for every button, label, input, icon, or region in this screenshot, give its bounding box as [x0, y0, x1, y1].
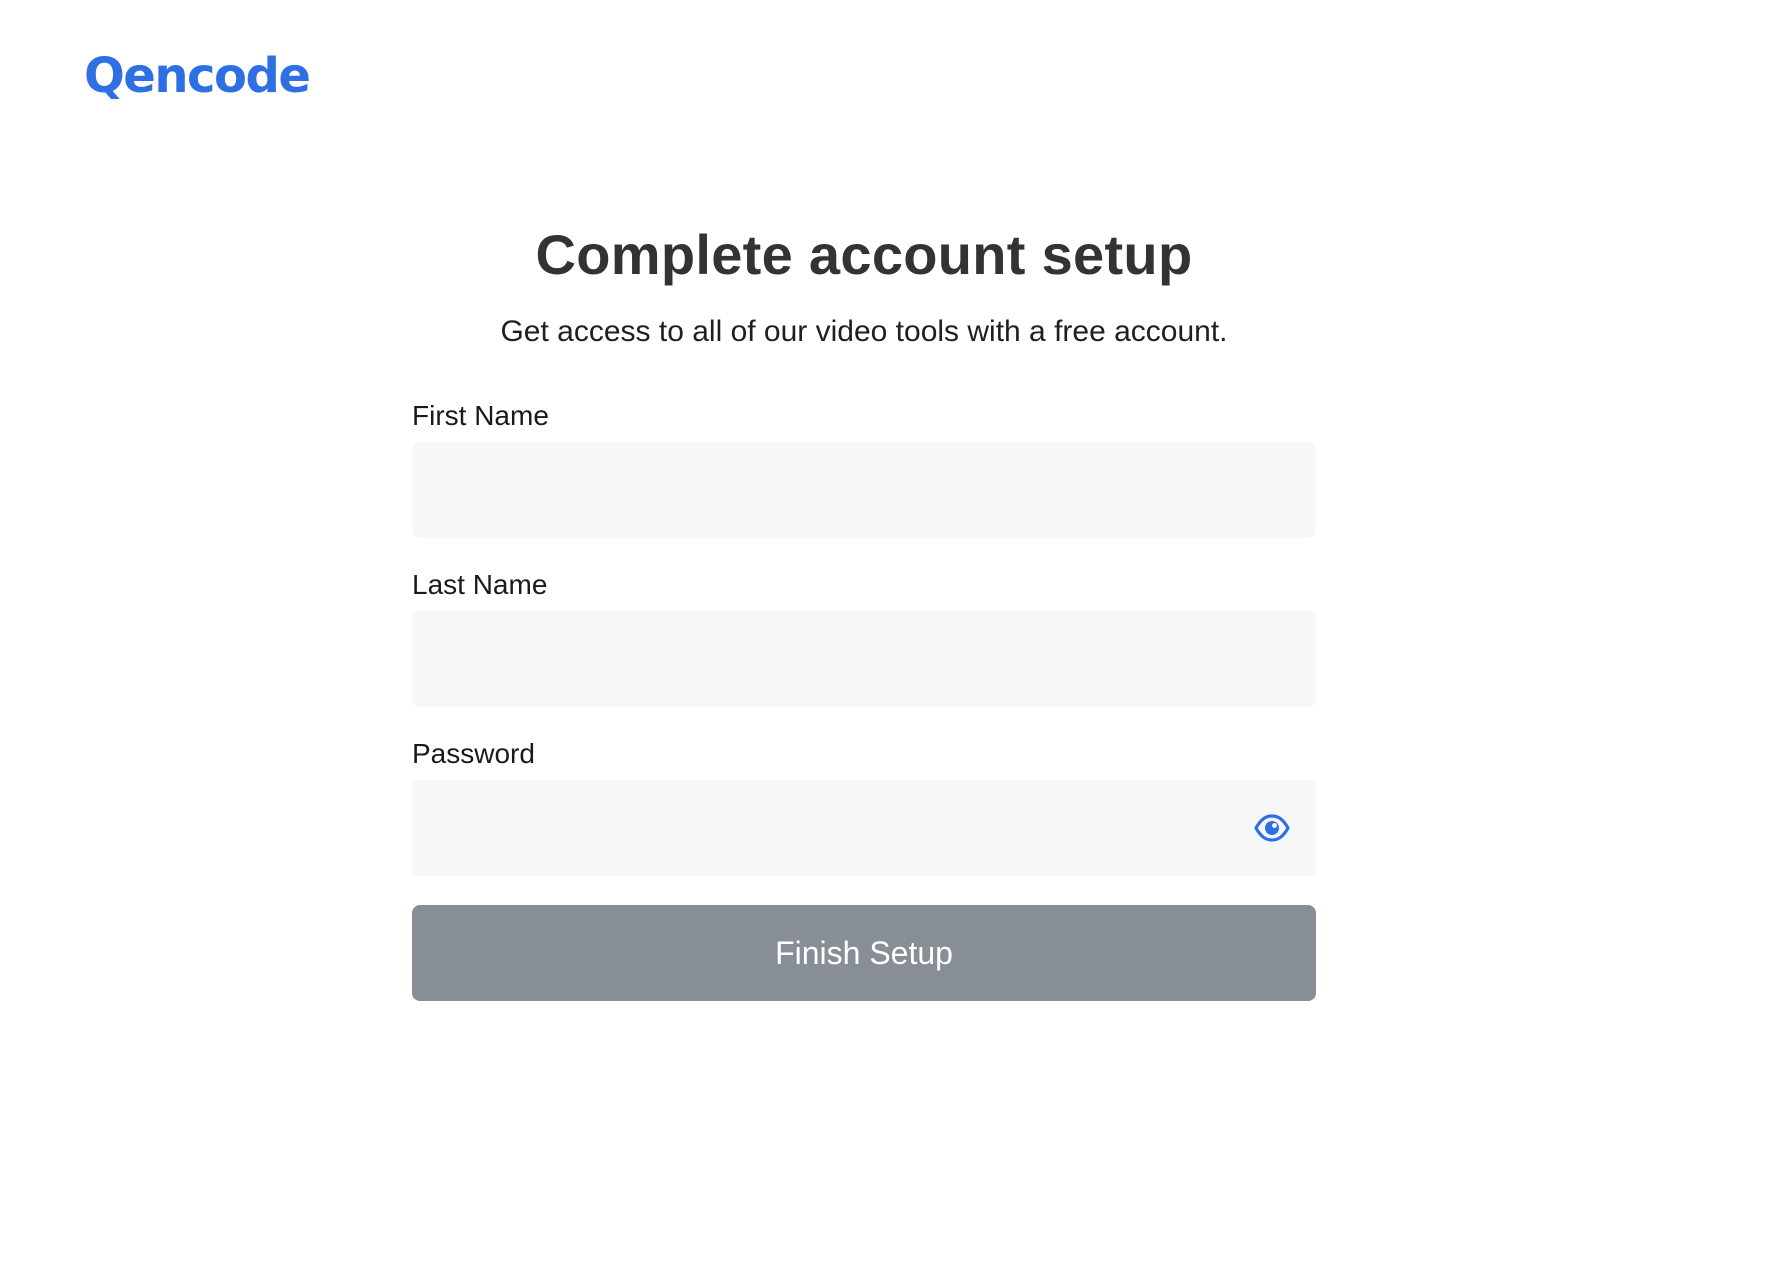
- page-title: Complete account setup: [535, 223, 1193, 286]
- first-name-label: First Name: [412, 400, 549, 431]
- password-input[interactable]: [412, 780, 1316, 876]
- account-setup-page: Qencode Complete account setup Get acces…: [0, 0, 1768, 1265]
- qencode-logo[interactable]: Qencode: [84, 44, 311, 108]
- last-name-input[interactable]: [412, 611, 1316, 707]
- finish-setup-button[interactable]: Finish Setup: [412, 905, 1316, 1001]
- first-name-input[interactable]: [412, 442, 1316, 538]
- password-label: Password: [412, 738, 535, 769]
- eye-icon[interactable]: [1254, 810, 1290, 846]
- password-field-wrapper: [412, 780, 1316, 876]
- page-subtitle: Get access to all of our video tools wit…: [500, 315, 1228, 348]
- last-name-label: Last Name: [412, 569, 548, 600]
